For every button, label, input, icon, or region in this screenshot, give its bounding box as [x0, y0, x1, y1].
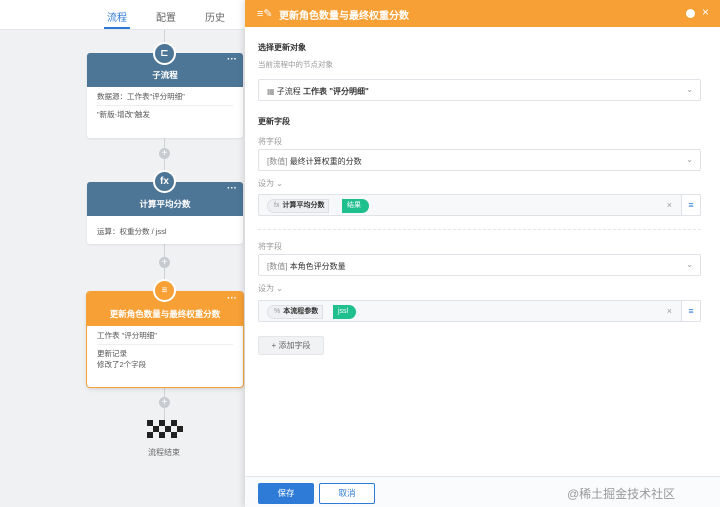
add-field-button[interactable]: + 添加字段 — [258, 336, 324, 355]
set-as-label[interactable]: 设为 ⌄ — [258, 178, 283, 189]
chevron-down-icon: ⌄ — [686, 260, 693, 269]
node-subflow-title: 子流程 — [152, 70, 178, 80]
chevron-down-icon: ⌄ — [686, 155, 693, 164]
field-select-1[interactable]: [数值] 最终计算权重的分数 ⌄ — [258, 149, 701, 171]
value-chip[interactable]: fx 计算平均分数 — [267, 199, 330, 213]
chevron-down-icon: ⌄ — [276, 284, 283, 293]
help-icon[interactable] — [686, 9, 695, 18]
value-chip-tail: 结果 — [342, 199, 369, 213]
field-picker-button[interactable]: ≡ — [681, 300, 701, 322]
node-update-action: 更新记录 — [97, 349, 127, 358]
update-record-icon: ≡✎ — [257, 8, 273, 20]
tab-config[interactable]: 配置 — [156, 9, 176, 24]
value-input-2[interactable]: % 本流程参数 jssl × — [258, 300, 701, 322]
node-update[interactable]: ··· 更新角色数量与最终权重分数 工作表 "评分明细" 更新记录 修改了2个字… — [87, 292, 243, 387]
field-label: 将字段 — [258, 242, 282, 251]
set-as-label[interactable]: 设为 ⌄ — [258, 283, 283, 294]
flow-end-label: 流程结束 — [148, 448, 180, 457]
save-button[interactable]: 保存 — [258, 483, 314, 504]
node-calc-expression: 运算：权重分数 / jssl — [97, 227, 167, 236]
node-config-panel: ≡✎ 更新角色数量与最终权重分数 × 选择更新对象 当前流程中的节点对象 ▦ 子… — [245, 0, 720, 507]
add-node-plus-icon[interactable]: + — [159, 148, 170, 159]
node-calc-title: 计算平均分数 — [139, 199, 191, 209]
value-chip-tail: jssl — [333, 305, 357, 319]
value-input-1[interactable]: fx 计算平均分数 结果 × — [258, 194, 701, 216]
finish-flag-icon — [147, 420, 183, 438]
target-value: 工作表 "评分明细" — [303, 87, 369, 96]
field-type-tag: [数值] — [267, 262, 288, 271]
active-tab-indicator — [104, 27, 130, 29]
field-label: 将字段 — [258, 137, 282, 146]
more-icon[interactable]: ··· — [227, 54, 237, 65]
node-update-summary: 修改了2个字段 — [97, 360, 147, 369]
more-icon[interactable]: ··· — [227, 293, 237, 304]
target-prefix: 子流程 — [276, 87, 301, 96]
panel-title: 更新角色数量与最终权重分数 — [279, 11, 409, 22]
formula-icon: fx — [153, 170, 176, 193]
more-icon[interactable]: ··· — [227, 183, 237, 194]
chevron-down-icon: ⌄ — [686, 85, 693, 94]
close-icon[interactable]: × — [702, 5, 709, 19]
node-update-sheet: 工作表 "评分明细" — [97, 331, 157, 340]
parameter-icon: % — [274, 308, 281, 315]
node-subflow-source: 数据源：工作表"评分明细" — [97, 92, 185, 101]
cancel-button[interactable]: 取消 — [319, 483, 375, 504]
table-icon: ▦ — [267, 87, 275, 96]
tab-history[interactable]: 历史 — [205, 9, 225, 24]
field-name: 本角色评分数量 — [289, 262, 346, 271]
formula-icon: fx — [274, 202, 280, 209]
watermark: @稀土掘金技术社区 — [567, 487, 676, 501]
update-fields-label: 更新字段 — [258, 117, 290, 126]
value-chip[interactable]: % 本流程参数 — [267, 305, 324, 319]
chevron-down-icon: ⌄ — [276, 179, 283, 188]
tab-flow[interactable]: 流程 — [107, 9, 127, 24]
field-name: 最终计算权重的分数 — [289, 157, 362, 166]
clear-icon[interactable]: × — [667, 306, 672, 316]
node-subflow-trigger: "新版-增改"触发 — [97, 110, 150, 119]
field-picker-button[interactable]: ≡ — [681, 194, 701, 216]
target-select[interactable]: ▦ 子流程 工作表 "评分明细" ⌄ — [258, 79, 701, 101]
panel-footer: 保存 取消 @稀土掘金技术社区 — [245, 476, 720, 507]
update-record-icon: ≡ — [153, 279, 176, 302]
subflow-icon: ⊏ — [153, 42, 176, 65]
clear-icon[interactable]: × — [667, 200, 672, 210]
top-tab-bar: 流程 配置 历史 — [0, 0, 245, 30]
select-target-hint: 当前流程中的节点对象 — [258, 60, 333, 69]
add-node-plus-icon[interactable]: + — [159, 257, 170, 268]
field-select-2[interactable]: [数值] 本角色评分数量 ⌄ — [258, 254, 701, 276]
add-node-plus-icon[interactable]: + — [159, 397, 170, 408]
node-update-title: 更新角色数量与最终权重分数 — [109, 309, 221, 319]
field-type-tag: [数值] — [267, 157, 288, 166]
node-subflow[interactable]: ··· 子流程 数据源：工作表"评分明细" "新版-增改"触发 — [87, 53, 243, 138]
panel-header: ≡✎ 更新角色数量与最终权重分数 × — [245, 0, 720, 27]
flow-canvas: 流程 配置 历史 ··· 子流程 数据源：工作表"评分明细" "新版-增改"触发… — [0, 0, 245, 507]
select-target-label: 选择更新对象 — [258, 43, 306, 52]
